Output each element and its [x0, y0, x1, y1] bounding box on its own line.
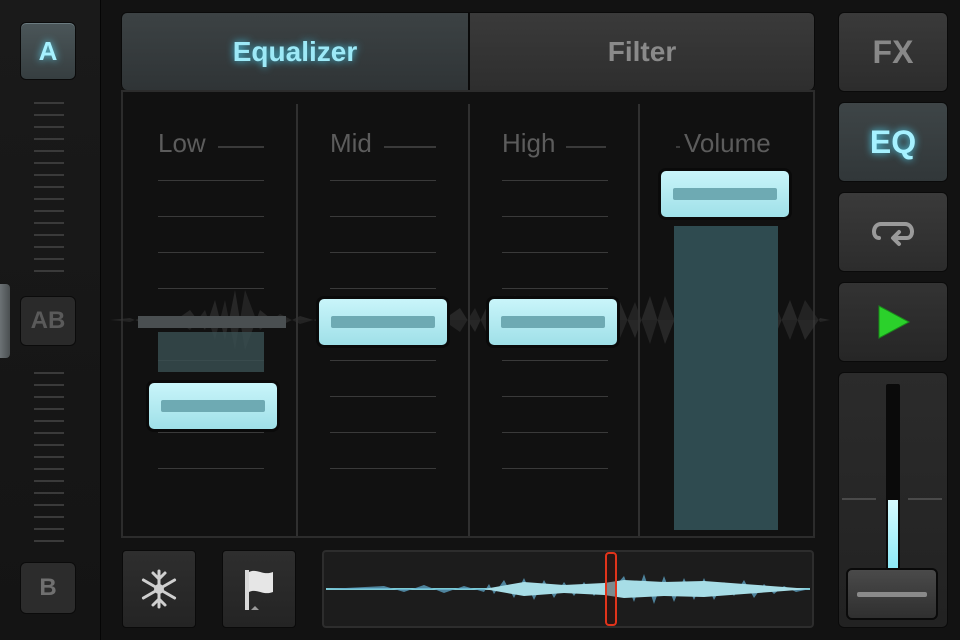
crossfader-tick — [34, 468, 64, 470]
scale-line — [502, 468, 608, 469]
pitch-center-mark — [908, 498, 942, 500]
column-divider — [638, 104, 640, 536]
scale-line — [330, 180, 436, 181]
crossfader-tick — [34, 480, 64, 482]
crossfader-tick — [34, 138, 64, 140]
tab-equalizer[interactable]: Equalizer — [121, 12, 469, 90]
crossfader-tick — [34, 174, 64, 176]
eq-button[interactable]: EQ — [838, 102, 948, 182]
scale-line — [158, 180, 264, 181]
crossfader-tick — [34, 408, 64, 410]
low-center-mark — [138, 316, 286, 328]
band-label-high: High — [502, 128, 556, 158]
crossfader-tick — [34, 456, 64, 458]
scale-line — [330, 288, 436, 289]
high-slider-knob[interactable] — [486, 296, 620, 348]
tab-filter[interactable]: Filter — [469, 12, 815, 90]
crossfader-tick — [34, 126, 64, 128]
crossfader-tick — [34, 102, 64, 104]
play-button[interactable] — [838, 282, 948, 362]
scale-line — [330, 252, 436, 253]
crossfader-tick — [34, 384, 64, 386]
column-divider — [296, 104, 298, 536]
crossfader-tick — [34, 246, 64, 248]
scale-line — [158, 468, 264, 469]
crossfader-tick — [34, 162, 64, 164]
flag-icon — [245, 570, 273, 610]
scale-line — [330, 216, 436, 217]
scale-line — [158, 216, 264, 217]
crossfader-tick — [34, 420, 64, 422]
mid-slider-knob[interactable] — [316, 296, 450, 348]
snowflake-icon — [141, 569, 177, 609]
label-rule — [384, 146, 436, 148]
scale-line — [502, 396, 608, 397]
scale-line — [158, 432, 264, 433]
pitch-fader-handle[interactable] — [846, 568, 938, 620]
crossfader-tick — [34, 516, 64, 518]
fx-button[interactable]: FX — [838, 12, 948, 92]
crossfader-tick — [34, 492, 64, 494]
deck-a-button[interactable]: A — [20, 22, 76, 80]
settings-button[interactable] — [122, 550, 196, 628]
crossfader-tick — [34, 444, 64, 446]
scale-line — [502, 252, 608, 253]
label-rule — [676, 146, 680, 148]
crossfader-tick — [34, 528, 64, 530]
loop-button[interactable] — [838, 192, 948, 272]
deck-ab-button[interactable]: AB — [20, 296, 76, 346]
band-label-low: Low — [158, 128, 206, 158]
crossfader-tick — [34, 396, 64, 398]
low-level-fill — [158, 332, 264, 372]
scale-line — [502, 432, 608, 433]
crossfader-tick — [34, 210, 64, 212]
scale-line — [330, 432, 436, 433]
cue-button[interactable] — [222, 550, 296, 628]
scale-line — [158, 288, 264, 289]
deck-b-button[interactable]: B — [20, 562, 76, 614]
crossfader-tick — [34, 372, 64, 374]
crossfader-tick — [34, 258, 64, 260]
volume-slider-knob[interactable] — [658, 168, 792, 220]
band-label-volume: Volume — [684, 128, 771, 158]
band-label-mid: Mid — [330, 128, 372, 158]
track-overview-waveform[interactable] — [322, 550, 814, 628]
scale-line — [502, 288, 608, 289]
crossfader-tick — [34, 186, 64, 188]
crossfader-tick — [34, 150, 64, 152]
scale-line — [158, 252, 264, 253]
crossfader-tick — [34, 270, 64, 272]
scale-line — [330, 468, 436, 469]
crossfader-handle[interactable] — [0, 284, 10, 358]
scale-line — [502, 180, 608, 181]
scale-line — [502, 360, 608, 361]
overview-waveform — [326, 574, 810, 604]
pitch-center-mark — [842, 498, 876, 500]
crossfader-tick — [34, 432, 64, 434]
play-icon — [878, 305, 911, 339]
crossfader-tick — [34, 234, 64, 236]
label-rule — [566, 146, 606, 148]
crossfader-tick — [34, 504, 64, 506]
scale-line — [502, 216, 608, 217]
crossfader-tick — [34, 198, 64, 200]
crossfader-tick — [34, 222, 64, 224]
column-divider — [468, 104, 470, 536]
scale-line — [330, 396, 436, 397]
crossfader-tick — [34, 540, 64, 542]
low-slider-knob[interactable] — [146, 380, 280, 432]
volume-level-fill — [674, 226, 778, 530]
scale-line — [330, 360, 436, 361]
loop-icon — [872, 222, 914, 246]
playhead-marker[interactable] — [605, 552, 617, 626]
crossfader-tick — [34, 114, 64, 116]
label-rule — [218, 146, 264, 148]
